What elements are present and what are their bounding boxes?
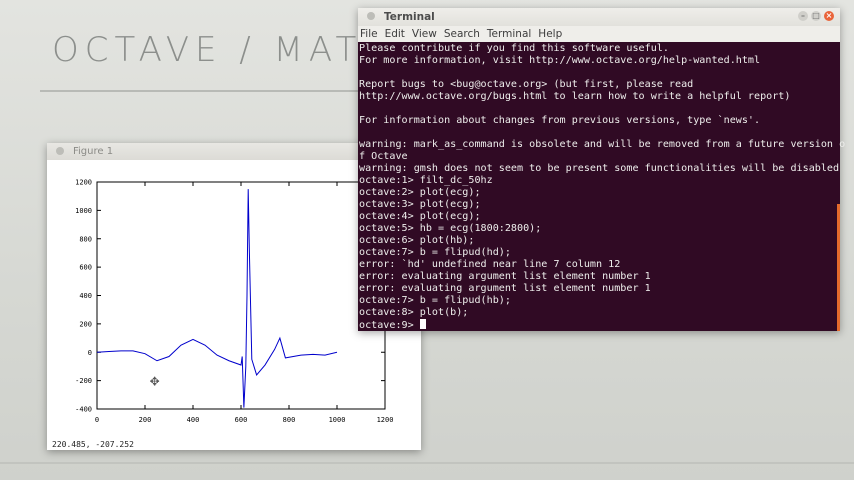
terminal-line: Please contribute if you find this softw… bbox=[359, 43, 669, 54]
cursor-coordinates: 220.485, -207.252 bbox=[52, 440, 134, 449]
terminal-line: warning: mark_as_command is obsolete and… bbox=[359, 139, 846, 150]
terminal-line: octave:3> plot(ecg); bbox=[359, 199, 481, 210]
terminal-line: For information about changes from previ… bbox=[359, 115, 761, 126]
terminal-line: octave:7> b = flipud(hb); bbox=[359, 295, 511, 306]
terminal-prompt-line[interactable]: octave:9> bbox=[359, 319, 840, 332]
x-tick-label: 800 bbox=[283, 416, 296, 424]
y-tick-label: 800 bbox=[79, 235, 92, 243]
menu-search[interactable]: Search bbox=[444, 26, 480, 42]
terminal-line: error: evaluating argument list element … bbox=[359, 271, 651, 282]
x-tick-label: 1200 bbox=[377, 416, 394, 424]
plot-frame bbox=[96, 181, 386, 410]
menu-bar: File Edit View Search Terminal Help bbox=[358, 26, 840, 42]
terminal-line: octave:4> plot(ecg); bbox=[359, 211, 481, 222]
scrollbar[interactable] bbox=[837, 204, 840, 331]
y-tick-label: 1000 bbox=[75, 207, 92, 215]
y-tick-label: 600 bbox=[79, 264, 92, 272]
board-line bbox=[40, 90, 370, 92]
y-tick-label: 1200 bbox=[75, 179, 92, 187]
terminal-line: octave:6> plot(hb); bbox=[359, 235, 475, 246]
x-tick-label: 200 bbox=[139, 416, 152, 424]
board-line bbox=[0, 462, 854, 464]
terminal-line: warning: gmsh does not seem to be presen… bbox=[359, 163, 840, 174]
terminal-line: Report bugs to <bug@octave.org> (but fir… bbox=[359, 79, 694, 90]
menu-file[interactable]: File bbox=[360, 26, 378, 42]
x-tick-label: 0 bbox=[95, 416, 99, 424]
menu-edit[interactable]: Edit bbox=[385, 26, 405, 42]
terminal-line: http://www.octave.org/bugs.html to learn… bbox=[359, 91, 791, 102]
terminal-title: Terminal bbox=[384, 11, 435, 23]
text-cursor bbox=[419, 319, 426, 329]
window-menu-icon[interactable] bbox=[367, 12, 375, 20]
figure-title: Figure 1 bbox=[73, 146, 114, 157]
maximize-icon[interactable]: □ bbox=[811, 11, 821, 21]
prompt: octave:9> bbox=[359, 320, 420, 331]
y-tick-label: 0 bbox=[88, 349, 92, 357]
terminal-line: octave:5> hb = ecg(1800:2800); bbox=[359, 223, 542, 234]
x-tick-label: 400 bbox=[187, 416, 200, 424]
terminal-line: error: `hd' undefined near line 7 column… bbox=[359, 259, 621, 270]
terminal-line: error: evaluating argument list element … bbox=[359, 283, 651, 294]
handwritten-title: OCTAVE / MATL bbox=[52, 30, 388, 70]
y-tick-label: -400 bbox=[75, 406, 92, 414]
terminal-title-bar[interactable]: Terminal – □ × bbox=[358, 8, 840, 26]
move-cursor-icon: ✥ bbox=[150, 375, 160, 389]
terminal-line: octave:1> filt_dc_50hz bbox=[359, 175, 493, 186]
y-tick-label: 400 bbox=[79, 292, 92, 300]
x-tick-label: 1000 bbox=[329, 416, 346, 424]
y-tick-label: 200 bbox=[79, 320, 92, 328]
y-tick-label: -200 bbox=[75, 377, 92, 385]
ecg-series-line bbox=[96, 189, 338, 408]
menu-help[interactable]: Help bbox=[538, 26, 562, 42]
terminal-line: octave:2> plot(ecg); bbox=[359, 187, 481, 198]
terminal-line: octave:8> plot(b); bbox=[359, 307, 469, 318]
minimize-icon[interactable]: – bbox=[798, 11, 808, 21]
terminal-line: f Octave bbox=[359, 151, 408, 162]
terminal-line: octave:7> b = flipud(hd); bbox=[359, 247, 511, 258]
terminal-output[interactable]: Please contribute if you find this softw… bbox=[358, 42, 846, 332]
window-menu-icon[interactable] bbox=[56, 147, 64, 155]
menu-view[interactable]: View bbox=[412, 26, 437, 42]
close-icon[interactable]: × bbox=[824, 11, 834, 21]
x-tick-label: 600 bbox=[235, 416, 248, 424]
menu-terminal[interactable]: Terminal bbox=[487, 26, 531, 42]
terminal-window[interactable]: Terminal – □ × File Edit View Search Termi… bbox=[358, 8, 846, 332]
terminal-line: For more information, visit http://www.o… bbox=[359, 55, 761, 66]
